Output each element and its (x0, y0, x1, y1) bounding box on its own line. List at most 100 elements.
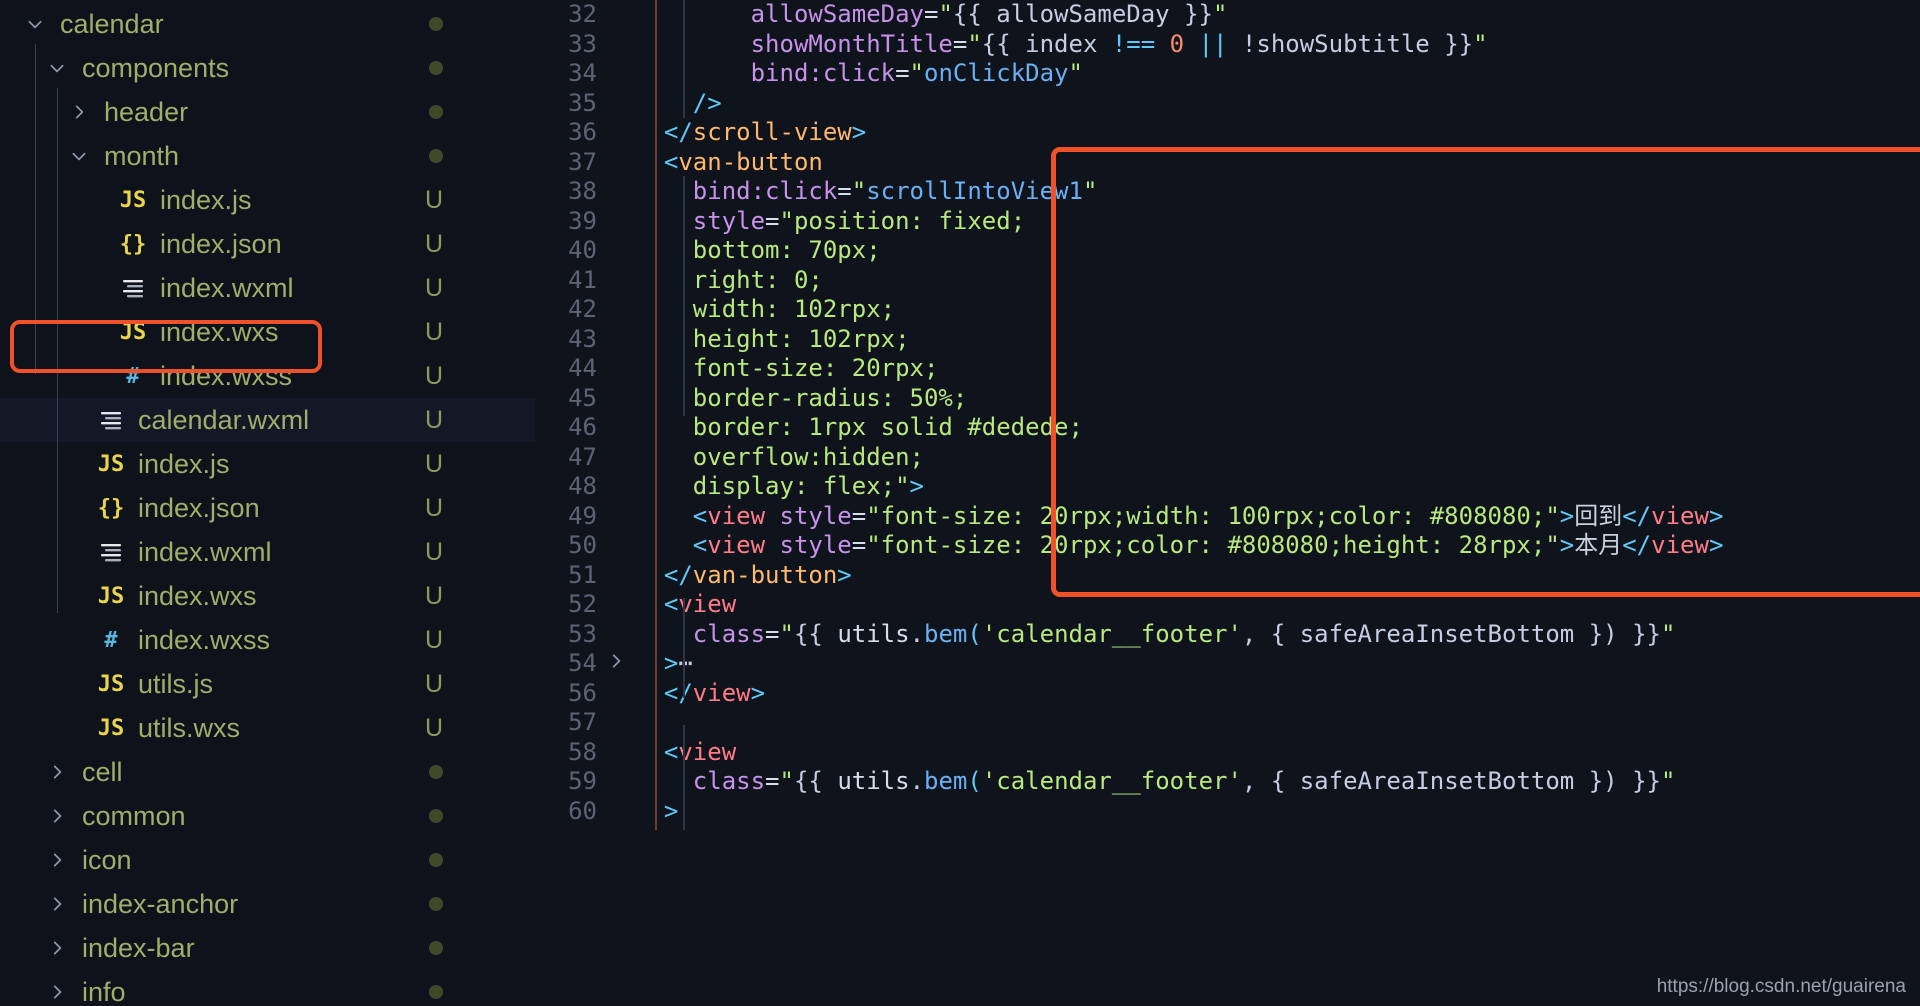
tree-folder-icon[interactable]: icon (0, 838, 535, 882)
code-line[interactable]: 44 font-size: 20rpx; (535, 354, 1920, 384)
code-line[interactable]: 42 width: 102rpx; (535, 295, 1920, 325)
code-token: = (765, 206, 780, 235)
tree-folder-info[interactable]: info (0, 970, 535, 1006)
code-line[interactable]: 58 <view (535, 738, 1920, 768)
tree-folder-header[interactable]: header (0, 90, 535, 134)
code-line[interactable]: 38 bind:click="scrollIntoView1" (535, 177, 1920, 207)
code-line[interactable]: 53 class="{{ utils.bem('calendar__footer'… (535, 620, 1920, 650)
code-token: font-size: 20rpx;width: 100rpx;color: #8… (880, 501, 1546, 530)
tree-folder-calendar[interactable]: calendar (0, 2, 535, 46)
tree-folder-month[interactable]: month (0, 134, 535, 178)
tree-indent-guide (57, 88, 58, 374)
line-number: 53 (568, 619, 597, 648)
tree-folder-cell[interactable]: cell (0, 750, 535, 794)
chevron-down-icon[interactable] (42, 53, 72, 83)
code-line[interactable]: 35 /> (535, 89, 1920, 119)
code-line[interactable]: 36 </scroll-view> (535, 118, 1920, 148)
tree-file-index-json[interactable]: {} index.json U (0, 486, 535, 530)
code-token: ⋯ (678, 649, 693, 677)
code-line[interactable]: 47 overflow:hidden; (535, 443, 1920, 473)
code-token: > (1708, 531, 1724, 559)
js-file-icon: JS (119, 187, 147, 213)
code-token: , { (1241, 619, 1300, 648)
tree-file-index-json[interactable]: {} index.json U (0, 222, 535, 266)
code-line[interactable]: 32 allowSameDay="{{ allowSameDay }}" (535, 0, 1920, 30)
tree-file-index-wxml[interactable]: index.wxml U (0, 530, 535, 574)
watermark-text: https://blog.csdn.net/guairena (1656, 976, 1906, 997)
code-line[interactable]: 48 display: flex;"> (535, 472, 1920, 502)
line-number: 54 (568, 649, 597, 677)
tree-file-calendar-wxml[interactable]: calendar.wxml U (0, 398, 535, 442)
js-file-icon: JS (97, 715, 125, 741)
code-line[interactable]: 56 </view> (535, 679, 1920, 709)
code-line[interactable]: 49 <view style="font-size: 20rpx;width: 1… (535, 502, 1920, 532)
code-line[interactable]: 54 >⋯ (535, 649, 1920, 679)
code-token: utils (837, 767, 910, 795)
code-line[interactable]: 50 <view style="font-size: 20rpx;color: #… (535, 531, 1920, 561)
tree-item-label: common (82, 800, 186, 831)
code-token: </ (663, 678, 693, 707)
code-token: </ (663, 560, 693, 589)
code-line[interactable]: 51 </van-button> (535, 561, 1920, 591)
line-number: 46 (568, 413, 597, 441)
code-line[interactable]: 39 style="position: fixed; (535, 207, 1920, 237)
code-token: showMonthTitle (750, 29, 953, 58)
code-line[interactable]: 59 class="{{ utils.bem('calendar__footer'… (535, 767, 1920, 797)
tree-folder-common[interactable]: common (0, 794, 535, 838)
code-line[interactable]: 46 border: 1rpx solid #dedede; (535, 413, 1920, 443)
code-line[interactable]: 33 showMonthTitle="{{ index !== 0 || !sho… (535, 30, 1920, 60)
chevron-right-icon[interactable] (42, 977, 72, 1006)
code-editor-pane[interactable]: 32 allowSameDay="{{ allowSameDay }}" 33 sho… (535, 0, 1920, 1006)
tree-indent-guide (57, 373, 58, 613)
code-token: </ (663, 118, 693, 146)
tree-file-utils-wxs[interactable]: JS utils.wxs U (0, 706, 535, 750)
line-number: 59 (568, 767, 597, 795)
chevron-right-icon[interactable] (42, 757, 72, 787)
code-line[interactable]: 52 <view (535, 590, 1920, 620)
chevron-right-icon[interactable] (64, 97, 94, 127)
tree-file-index-wxs[interactable]: JS index.wxs U (0, 310, 535, 354)
code-line[interactable]: 41 right: 0; (535, 266, 1920, 296)
code-token: safeAreaInsetBottom (1299, 767, 1575, 795)
code-line[interactable]: 37 <van-button (535, 148, 1920, 178)
tree-file-index-wxs[interactable]: JS index.wxs U (0, 574, 535, 618)
git-status-badge: U (424, 317, 443, 346)
chevron-down-icon[interactable] (20, 9, 50, 39)
code-line[interactable]: 45 border-radius: 50%; (535, 384, 1920, 414)
tree-file-index-wxss[interactable]: # index.wxss U (0, 354, 535, 398)
tree-file-index-wxml[interactable]: index.wxml U (0, 266, 535, 310)
code-line[interactable]: 43 height: 102rpx; (535, 325, 1920, 355)
tree-file-utils-js[interactable]: JS utils.js U (0, 662, 535, 706)
tree-folder-components[interactable]: components (0, 46, 535, 90)
code-token: border-radius: 50%; (692, 383, 968, 412)
code-token: = (851, 531, 867, 559)
code-line[interactable]: 40 bottom: 70px; (535, 236, 1920, 266)
tree-file-index-wxss[interactable]: # index.wxss U (0, 618, 535, 662)
file-tree[interactable]: calendar components header month JS index.js U… (0, 2, 535, 1006)
code-line[interactable]: 57 (535, 708, 1920, 738)
chevron-right-icon[interactable] (42, 889, 72, 919)
tree-file-index-js[interactable]: JS index.js U (0, 442, 535, 486)
chevron-right-icon[interactable] (42, 845, 72, 875)
code-line[interactable]: 60 > (535, 797, 1920, 827)
file-explorer-sidebar[interactable]: calendar components header month JS index.js U… (0, 0, 535, 1006)
code-token: 回到 (1574, 501, 1623, 530)
code-line[interactable]: 34 bind:click="onClickDay" (535, 59, 1920, 89)
code-line-text: /> (693, 89, 722, 119)
chevron-right-icon[interactable] (42, 933, 72, 963)
git-status-badge: U (424, 625, 443, 654)
code-line-text: >⋯ (664, 649, 693, 679)
fold-chevron-right-icon[interactable] (603, 649, 629, 679)
code-token: " (938, 0, 953, 28)
code-line-text: <view (664, 738, 736, 768)
tree-folder-index-bar[interactable]: index-bar (0, 926, 535, 970)
chevron-right-icon[interactable] (42, 801, 72, 831)
chevron-down-icon[interactable] (64, 141, 94, 171)
code-line-text: bottom: 70px; (693, 236, 881, 266)
tree-file-index-js[interactable]: JS index.js U (0, 178, 535, 222)
tree-item-label: index.json (160, 228, 282, 259)
tree-folder-index-anchor[interactable]: index-anchor (0, 882, 535, 926)
code-token: style (779, 531, 852, 559)
